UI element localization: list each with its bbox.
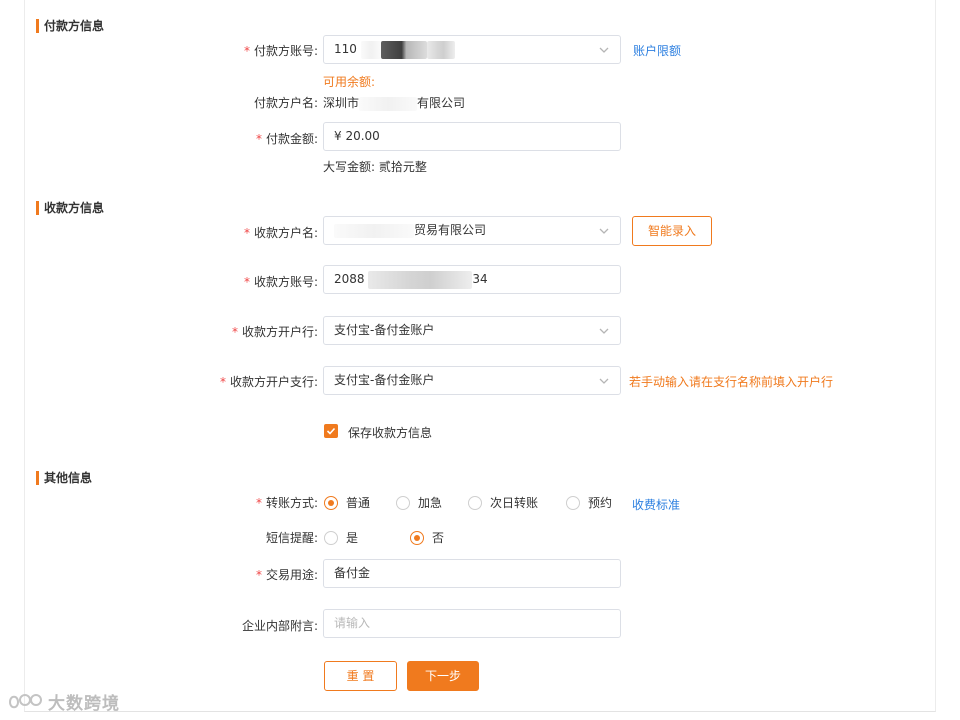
payee-name-label: * 收款方户名: bbox=[243, 226, 318, 240]
masked-name-segment bbox=[334, 223, 414, 238]
sms-reminder-label: 短信提醒: bbox=[265, 531, 318, 545]
masked-name-segment bbox=[359, 96, 418, 111]
available-balance-label: 可用余额: bbox=[323, 75, 376, 89]
reset-button[interactable]: 重 置 bbox=[324, 661, 397, 691]
checkmark-icon bbox=[326, 427, 336, 435]
radio-icon bbox=[468, 495, 482, 510]
payee-account-label: * 收款方账号: bbox=[243, 275, 318, 289]
other-section-title: 其他信息 bbox=[36, 471, 92, 485]
purpose-label: * 交易用途: bbox=[255, 568, 318, 582]
radio-selected-icon bbox=[324, 495, 338, 510]
sms-reminder-yes[interactable]: 是 bbox=[324, 529, 358, 546]
watermark: 大数跨境 bbox=[8, 689, 120, 714]
payee-branch-value: 支付宝-备付金账户 bbox=[334, 373, 435, 387]
masked-account-segment bbox=[360, 40, 381, 59]
radio-selected-icon bbox=[410, 530, 424, 545]
masked-account-segment bbox=[426, 40, 455, 59]
watermark-logo-icon bbox=[8, 693, 42, 708]
amount-uppercase: 大写金额: 贰拾元整 bbox=[323, 158, 427, 175]
amount-uppercase-value: 贰拾元整 bbox=[378, 160, 427, 174]
internal-note-input[interactable]: 请输入 bbox=[323, 609, 621, 638]
chevron-down-icon bbox=[599, 378, 609, 384]
smart-entry-button[interactable]: 智能录入 bbox=[632, 216, 712, 246]
account-limit-link[interactable]: 账户限额 bbox=[633, 42, 681, 59]
save-payee-checkbox-label[interactable]: 保存收款方信息 bbox=[348, 424, 432, 441]
payer-name-label: 付款方户名: bbox=[253, 96, 318, 110]
purpose-input[interactable]: 备付金 bbox=[323, 559, 621, 588]
transfer-method-normal[interactable]: 普通 bbox=[324, 494, 370, 511]
payee-name-select[interactable]: 贸易有限公司 bbox=[323, 216, 621, 245]
masked-account-segment bbox=[368, 270, 473, 289]
payee-account-input[interactable]: 2088 34 bbox=[323, 265, 621, 294]
transfer-method-next-day[interactable]: 次日转账 bbox=[468, 494, 538, 511]
payer-account-select[interactable]: 110 bbox=[323, 35, 621, 64]
watermark-text: 大数跨境 bbox=[48, 694, 120, 714]
transfer-method-label: * 转账方式: bbox=[255, 496, 318, 510]
payee-bank-value: 支付宝-备付金账户 bbox=[334, 323, 435, 337]
fee-standard-link[interactable]: 收费标准 bbox=[632, 496, 680, 513]
payer-name-value: 深圳市 有限公司 bbox=[323, 96, 466, 111]
payee-bank-select[interactable]: 支付宝-备付金账户 bbox=[323, 316, 621, 345]
save-payee-checkbox[interactable] bbox=[324, 424, 338, 438]
payee-bank-label: * 收款方开户行: bbox=[231, 325, 318, 339]
payer-section-title: 付款方信息 bbox=[36, 19, 104, 33]
masked-account-segment bbox=[380, 40, 427, 59]
payer-account-value: 110 bbox=[334, 42, 357, 56]
chevron-down-icon bbox=[599, 228, 609, 234]
radio-icon bbox=[396, 495, 410, 510]
payer-account-label: * 付款方账号: bbox=[243, 44, 318, 58]
sms-reminder-no[interactable]: 否 bbox=[410, 529, 444, 546]
next-step-button[interactable]: 下一步 bbox=[407, 661, 479, 691]
payment-amount-label: * 付款金额: bbox=[255, 132, 318, 146]
payment-amount-input[interactable]: ¥ 20.00 bbox=[323, 122, 621, 151]
payee-branch-label: * 收款方开户支行: bbox=[219, 375, 318, 389]
transfer-method-urgent[interactable]: 加急 bbox=[396, 494, 442, 511]
radio-icon bbox=[324, 530, 338, 545]
chevron-down-icon bbox=[599, 328, 609, 334]
payee-branch-select[interactable]: 支付宝-备付金账户 bbox=[323, 366, 621, 395]
amount-uppercase-label: 大写金额: bbox=[323, 160, 376, 174]
internal-note-label: 企业内部附言: bbox=[241, 619, 318, 633]
branch-hint: 若手动输入请在支行名称前填入开户行 bbox=[629, 375, 834, 389]
payee-section-title: 收款方信息 bbox=[36, 201, 104, 215]
chevron-down-icon bbox=[599, 47, 609, 53]
payee-name-value: 贸易有限公司 bbox=[414, 223, 487, 237]
transfer-method-scheduled[interactable]: 预约 bbox=[566, 494, 612, 511]
radio-icon bbox=[566, 495, 580, 510]
